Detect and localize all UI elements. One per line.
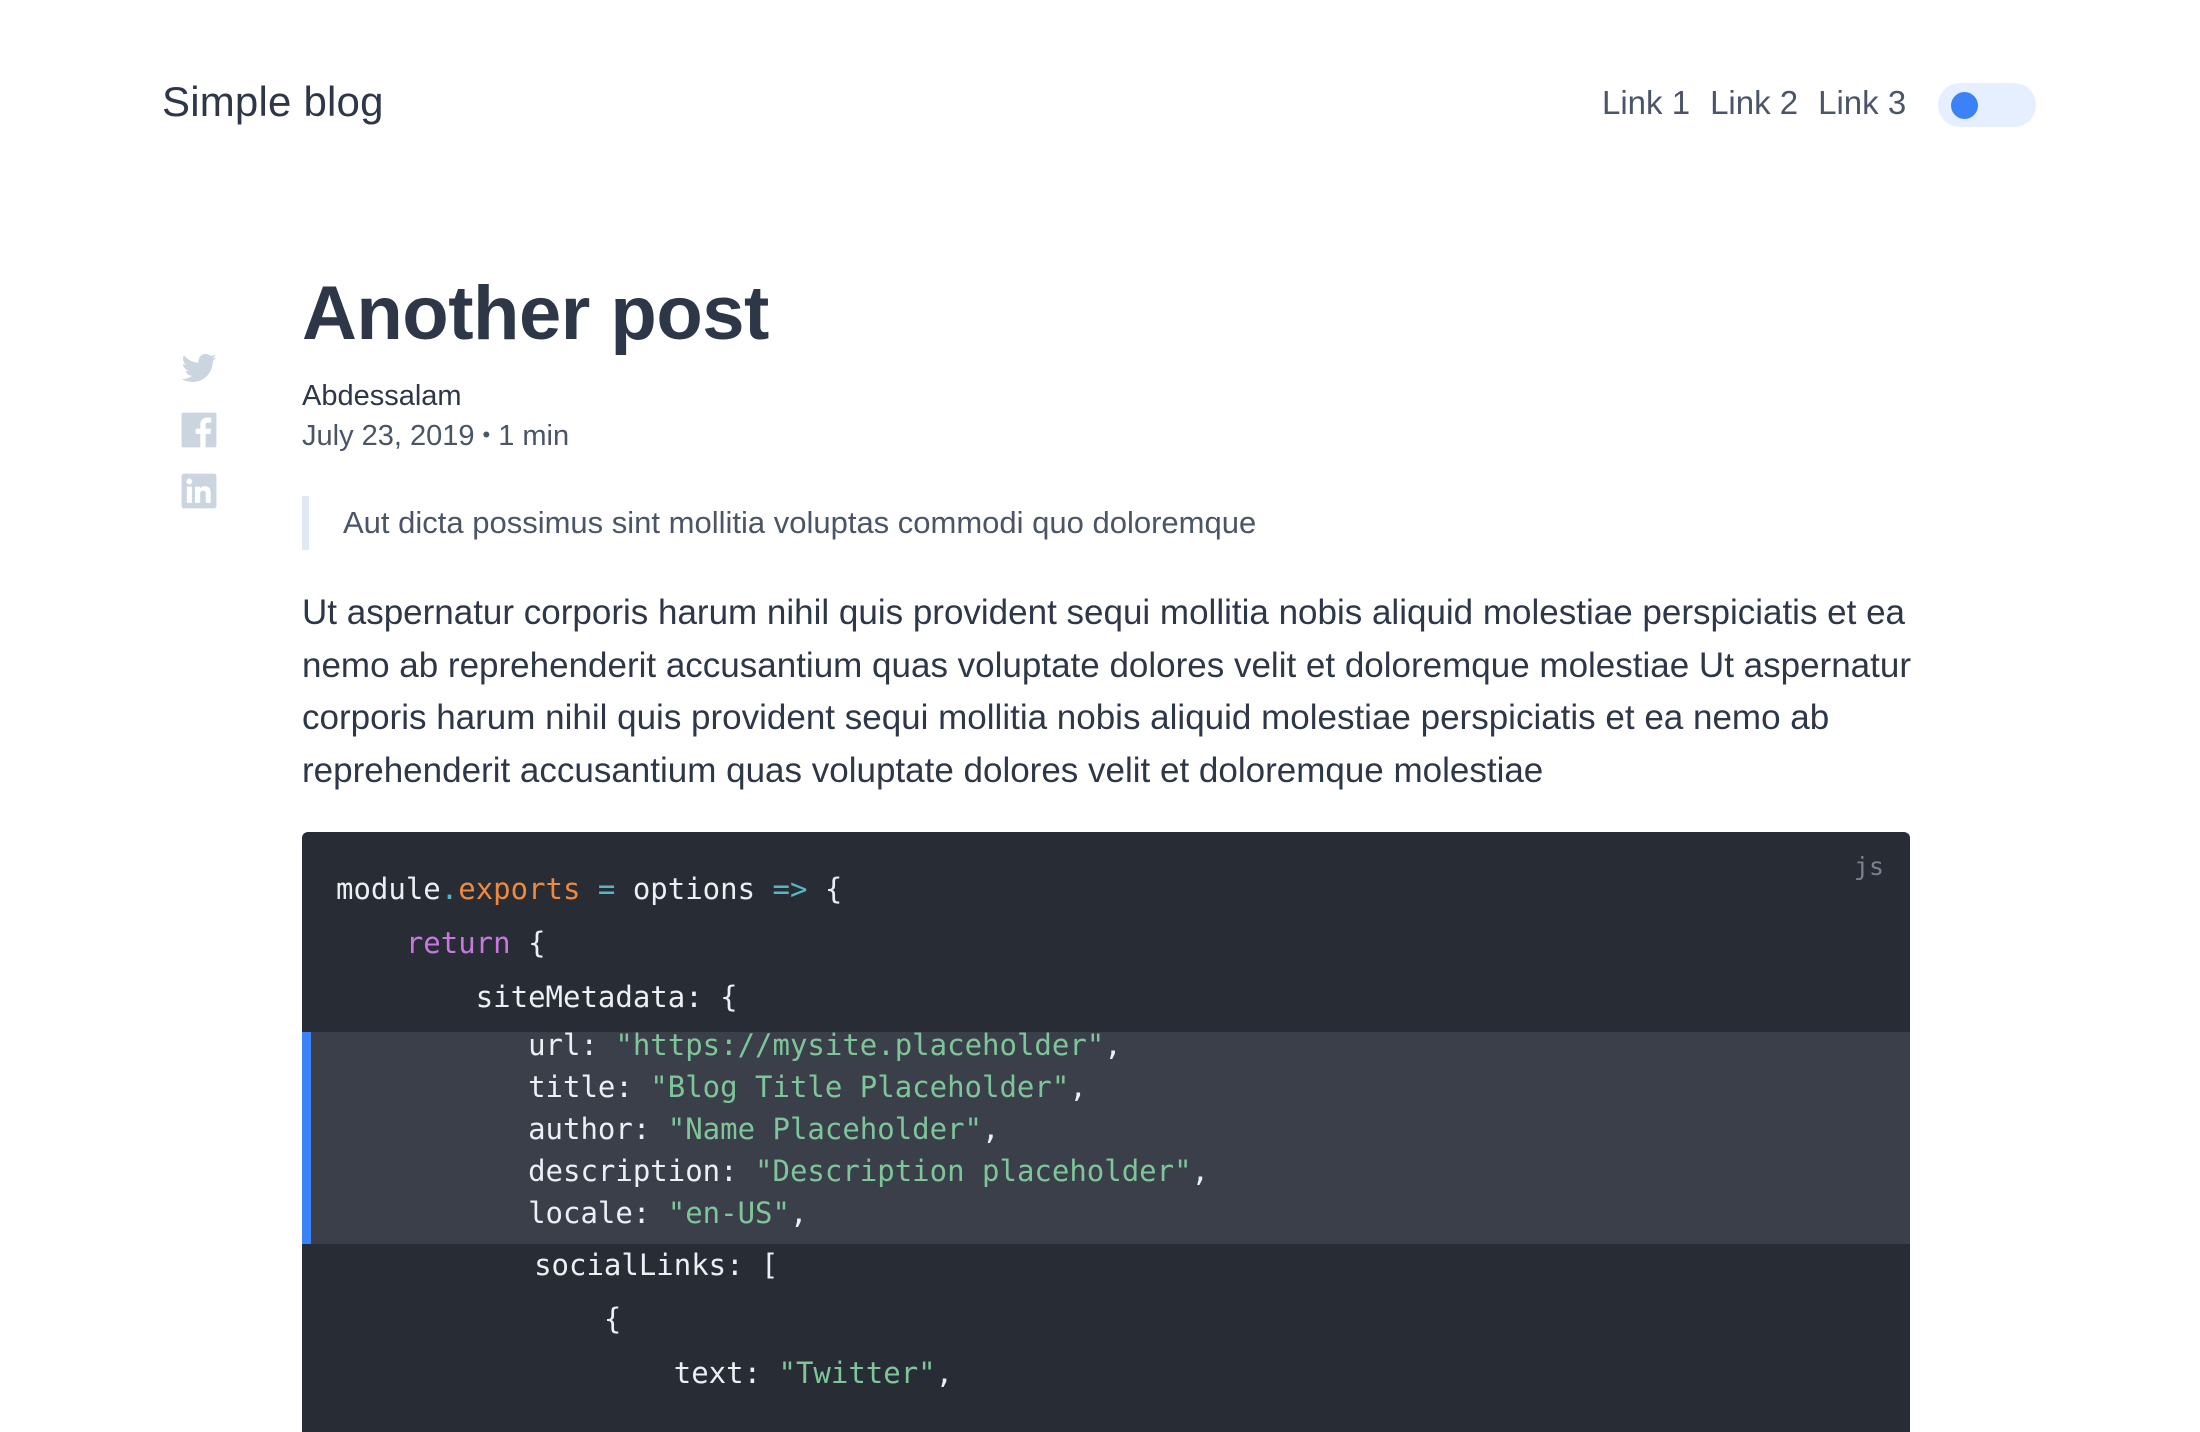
site-header: Simple blog Link 1 Link 2 Link 3 [0, 0, 2200, 210]
post-date: July 23, 2019 [302, 420, 475, 452]
code-line: text: "Twitter", [673, 1356, 954, 1390]
code-line: socialLinks: [ [534, 1248, 779, 1282]
code-line-highlighted: url: "https://mysite.placeholder", [528, 1028, 1122, 1062]
code-line-highlighted: title: "Blog Title Placeholder", [528, 1070, 1087, 1104]
meta-separator: • [482, 422, 491, 447]
twitter-icon[interactable] [180, 350, 218, 388]
theme-toggle[interactable] [1938, 83, 2036, 127]
code-line: return { [405, 926, 546, 960]
linkedin-icon[interactable] [180, 472, 218, 510]
top-nav: Link 1 Link 2 Link 3 [1602, 84, 1906, 122]
code-line-highlighted: description: "Description placeholder", [528, 1154, 1210, 1188]
nav-link-1[interactable]: Link 1 [1602, 84, 1690, 122]
code-block: js module.exports = options => { return … [302, 832, 1910, 1432]
nav-link-2[interactable]: Link 2 [1710, 84, 1798, 122]
toggle-knob [1951, 92, 1978, 119]
post-title: Another post [302, 271, 769, 356]
read-time: 1 min [498, 420, 570, 452]
post-body: Ut aspernatur corporis harum nihil quis … [302, 593, 1911, 790]
site-title[interactable]: Simple blog [162, 78, 384, 126]
nav-link-3[interactable]: Link 3 [1818, 84, 1906, 122]
post-author: Abdessalam [302, 380, 462, 412]
code-line: { [603, 1302, 622, 1336]
code-line: siteMetadata: { [475, 980, 738, 1014]
code-line-highlighted: author: "Name Placeholder", [528, 1112, 1000, 1146]
post-meta: July 23, 2019 • 1 min [302, 420, 569, 453]
code-line-highlighted: locale: "en-US", [528, 1196, 808, 1230]
post-quote: Aut dicta possimus sint mollitia volupta… [302, 496, 1256, 550]
facebook-icon[interactable] [180, 411, 218, 449]
code-line: module.exports = options => { [336, 872, 843, 906]
